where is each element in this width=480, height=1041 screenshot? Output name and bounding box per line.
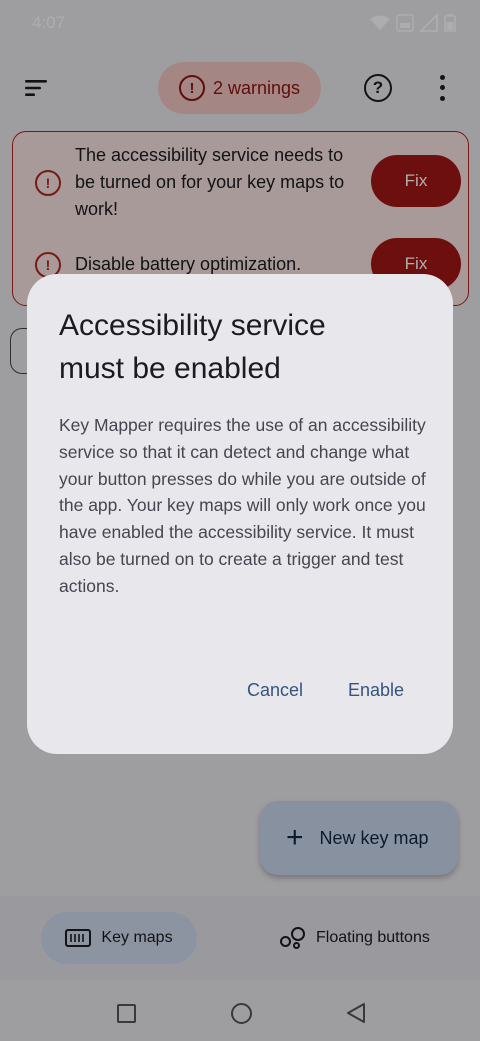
enable-button[interactable]: Enable xyxy=(348,680,404,701)
accessibility-dialog: Accessibility service must be enabled Ke… xyxy=(27,274,453,754)
dialog-title: Accessibility service must be enabled xyxy=(59,309,326,385)
cancel-button[interactable]: Cancel xyxy=(247,680,303,701)
dialog-body: Key Mapper requires the use of an access… xyxy=(59,415,426,596)
dialog-actions: Cancel Enable xyxy=(27,676,453,704)
